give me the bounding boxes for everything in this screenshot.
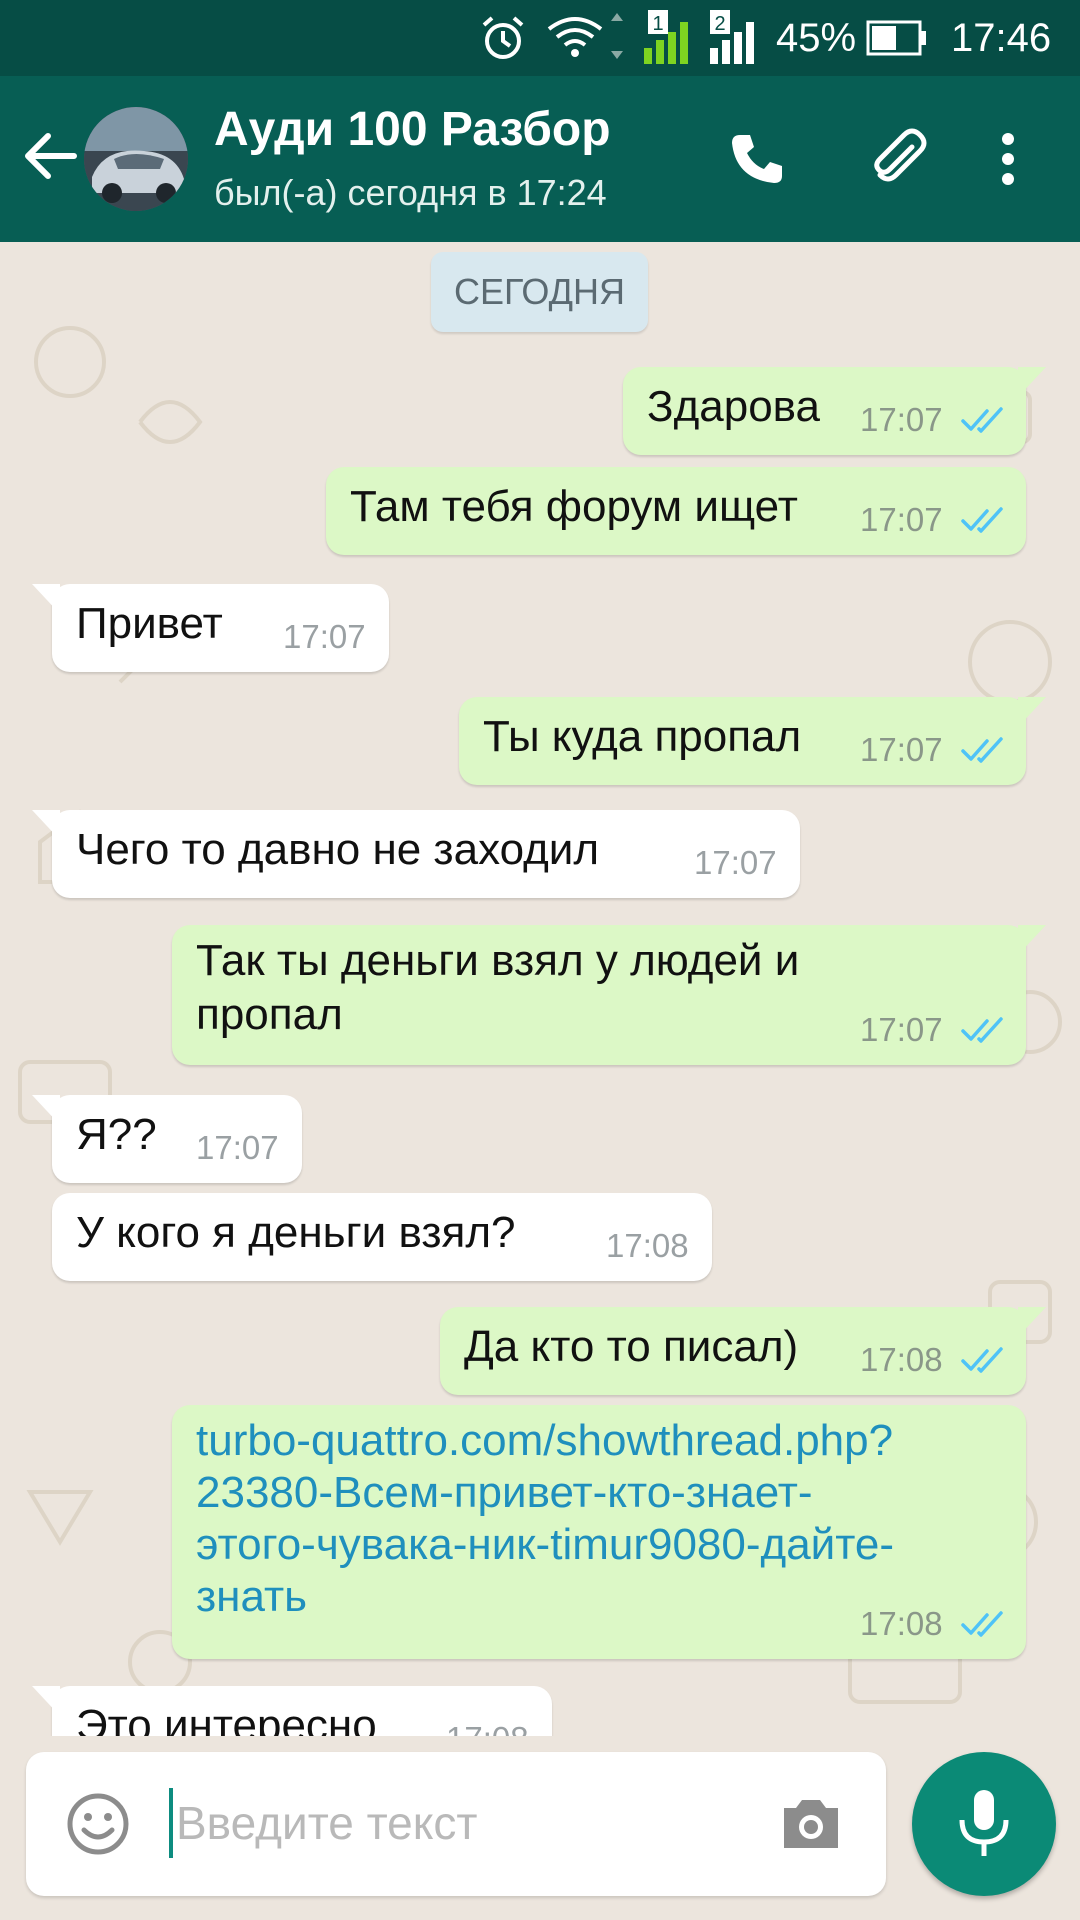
message-outgoing[interactable]: Так ты деньги взял у людей и пропал 17:0…: [172, 925, 1046, 1065]
avatar[interactable]: [84, 107, 188, 211]
camera-icon[interactable]: [778, 1794, 844, 1854]
svg-text:2: 2: [714, 13, 725, 35]
read-ticks-icon: [961, 507, 1003, 533]
message-time: 17:07: [860, 401, 943, 438]
message-link-line[interactable]: turbo-quattro.com/showthread.php?: [196, 1413, 893, 1469]
message-link-line[interactable]: 23380-Всем-привет-кто-знает-: [196, 1465, 813, 1521]
message-incoming[interactable]: У кого я деньги взял? 17:08: [52, 1193, 712, 1281]
mic-icon: [959, 1790, 1009, 1856]
attach-icon[interactable]: [860, 119, 940, 199]
message-text: Здарова: [647, 382, 821, 431]
message-text: Я??: [76, 1110, 157, 1159]
text-caret: [169, 1788, 173, 1858]
message-text: У кого я деньги взял?: [76, 1208, 516, 1257]
message-text: Ты куда пропал: [483, 712, 802, 761]
mic-button[interactable]: [912, 1752, 1056, 1896]
message-incoming[interactable]: Чего то давно не заходил 17:07: [32, 810, 800, 898]
message-time: 17:08: [446, 1720, 529, 1736]
message-text-line: Так ты деньги взял у людей и: [196, 936, 800, 985]
emoji-icon[interactable]: [64, 1790, 132, 1858]
status-bar: 1 2 45% 17:46: [0, 0, 1080, 76]
message-incoming[interactable]: Я?? 17:07: [32, 1095, 302, 1183]
message-link-line[interactable]: этого-чувака-ник-timur9080-дайте-: [196, 1517, 894, 1573]
message-list[interactable]: СЕГОДНЯ Здарова 17:07 Там тебя форум ище…: [0, 242, 1080, 1736]
battery-icon: [866, 0, 928, 76]
clock: 17:46: [951, 15, 1052, 60]
message-time: 17:07: [860, 501, 943, 538]
message-composer[interactable]: Введите текст: [26, 1752, 886, 1896]
message-outgoing-link[interactable]: turbo-quattro.com/showthread.php? 23380-…: [172, 1405, 1026, 1659]
back-arrow-icon[interactable]: [18, 124, 82, 188]
chat-header: Ауди 100 Разбор был(-а) сегодня в 17:24: [0, 76, 1080, 242]
message-incoming[interactable]: Привет 17:07: [32, 584, 389, 672]
more-vert-icon[interactable]: [968, 119, 1048, 199]
signal-sim2-icon: 2: [706, 0, 766, 76]
read-ticks-icon: [961, 1611, 1003, 1637]
message-text: Привет: [76, 599, 223, 648]
signal-sim1-icon: 1: [640, 0, 700, 76]
message-incoming[interactable]: Это интересно 17:08: [32, 1686, 552, 1736]
message-link-line[interactable]: знать: [196, 1569, 307, 1625]
last-seen: был(-а) сегодня в 17:24: [214, 172, 607, 213]
message-text: Да кто то писал): [464, 1322, 799, 1371]
message-time: 17:07: [196, 1129, 279, 1166]
message-time: 17:07: [860, 731, 943, 768]
alarm-icon: [478, 0, 528, 76]
message-outgoing[interactable]: Ты куда пропал 17:07: [459, 697, 1046, 785]
wifi-icon: [545, 0, 629, 76]
svg-text:1: 1: [652, 13, 663, 35]
message-time: 17:07: [694, 844, 777, 881]
message-text: Чего то давно не заходил: [76, 825, 600, 874]
read-ticks-icon: [961, 737, 1003, 763]
message-outgoing[interactable]: Да кто то писал) 17:08: [440, 1307, 1046, 1395]
battery-percent: 45%: [776, 15, 857, 60]
read-ticks-icon: [961, 407, 1003, 433]
contact-name[interactable]: Ауди 100 Разбор: [214, 102, 611, 157]
message-input[interactable]: Введите текст: [176, 1796, 477, 1850]
message-text-line: пропал: [196, 990, 343, 1039]
message-text: Это интересно: [76, 1701, 377, 1736]
message-time: 17:07: [283, 618, 366, 655]
date-divider: СЕГОДНЯ: [431, 252, 648, 332]
message-time: 17:07: [860, 1011, 943, 1048]
phone-icon[interactable]: [716, 119, 796, 199]
message-time: 17:08: [860, 1341, 943, 1378]
read-ticks-icon: [961, 1347, 1003, 1373]
message-outgoing[interactable]: Здарова 17:07: [623, 367, 1046, 455]
message-outgoing[interactable]: Там тебя форум ищет 17:07: [326, 467, 1026, 555]
message-text: Там тебя форум ищет: [350, 482, 798, 531]
message-time: 17:08: [606, 1227, 689, 1264]
read-ticks-icon: [961, 1017, 1003, 1043]
message-time: 17:08: [860, 1605, 943, 1642]
